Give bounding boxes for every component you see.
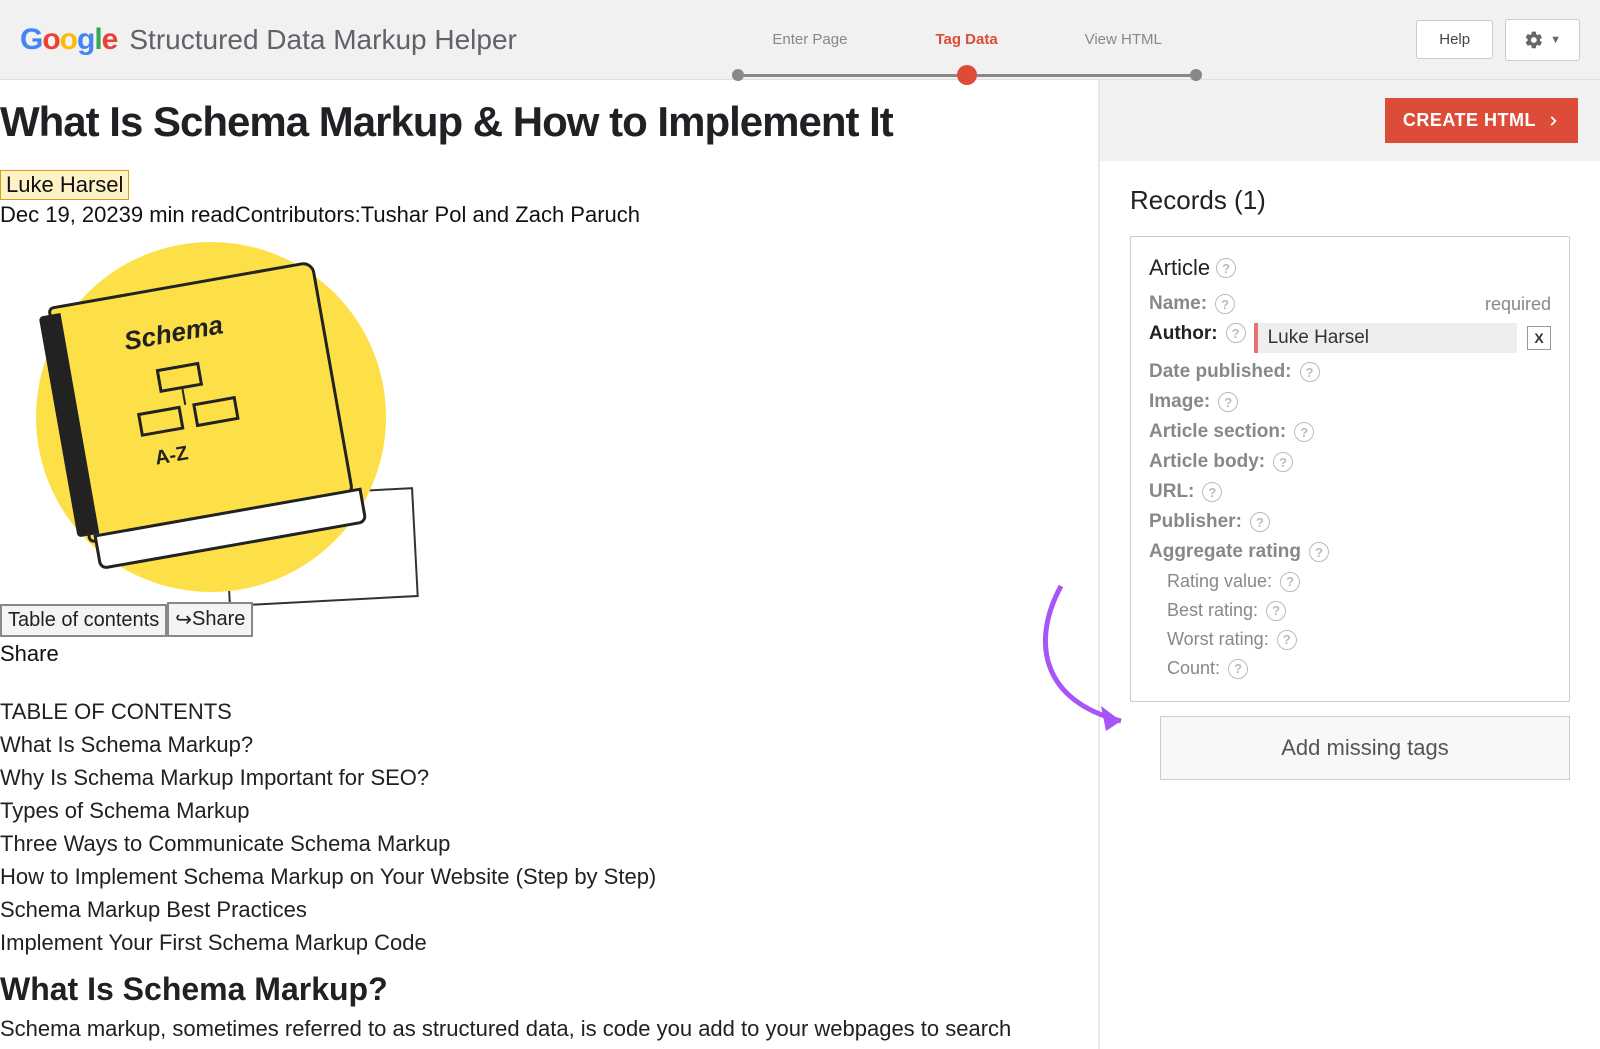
help-icon[interactable]: ? [1218,392,1238,412]
author-highlight[interactable]: Luke Harsel [0,170,129,200]
app-title: Structured Data Markup Helper [129,24,517,56]
step-enter-page[interactable]: Enter Page [732,31,889,48]
toc-button[interactable]: Table of contents [0,604,167,637]
help-icon[interactable]: ? [1202,482,1222,502]
google-logo: Google [20,23,117,57]
toc-item[interactable]: Implement Your First Schema Markup Code [0,926,1076,959]
toc-item[interactable]: Three Ways to Communicate Schema Markup [0,827,1076,860]
read-time: 9 min read [131,202,235,227]
step-line [744,74,957,77]
record-type-label: Article [1149,255,1210,281]
author-value-chip[interactable]: Luke Harsel [1254,323,1517,353]
date-text: Dec 19, 2023 [0,202,131,227]
meta-line: Dec 19, 20239 min readContributors:Tusha… [0,202,1076,228]
create-html-button[interactable]: CREATE HTML [1385,98,1578,143]
settings-button[interactable]: ▼ [1505,19,1580,61]
field-name-label: Name: [1149,293,1207,315]
app-header: Google Structured Data Markup Helper Ent… [0,0,1600,80]
caret-down-icon: ▼ [1550,34,1561,46]
field-count-label: Count: [1167,658,1220,679]
help-icon[interactable]: ? [1277,630,1297,650]
help-icon[interactable]: ? [1309,542,1329,562]
toc-item[interactable]: Schema Markup Best Practices [0,893,1076,926]
step-line [977,74,1190,77]
records-heading: Records (1) [1130,185,1570,216]
help-icon[interactable]: ? [1300,362,1320,382]
content-preview: What Is Schema Markup & How to Implement… [0,80,1100,1049]
field-url-label: URL: [1149,481,1194,503]
toc-item[interactable]: Why Is Schema Markup Important for SEO? [0,761,1076,794]
step-dot-icon [732,69,744,81]
field-section-label: Article section: [1149,421,1286,443]
contrib-label: Contributors: [235,202,361,227]
help-icon[interactable]: ? [1215,294,1235,314]
field-worst-rating-label: Worst rating: [1167,629,1269,650]
field-rating-value-label: Rating value: [1167,571,1272,592]
chevron-right-icon [1546,114,1560,128]
field-body-label: Article body: [1149,451,1265,473]
field-date-label: Date published: [1149,361,1292,383]
help-icon[interactable]: ? [1266,601,1286,621]
remove-author-button[interactable]: X [1527,326,1551,350]
help-icon[interactable]: ? [1273,452,1293,472]
help-icon[interactable]: ? [1226,323,1246,343]
step-dot-active-icon [957,65,977,85]
help-icon[interactable]: ? [1250,512,1270,532]
share-button[interactable]: ↪Share [167,602,253,637]
toc-item[interactable]: How to Implement Schema Markup on Your W… [0,860,1076,893]
gear-icon [1524,30,1544,50]
help-button[interactable]: Help [1416,20,1493,59]
body-paragraph: Schema markup, sometimes referred to as … [0,1012,1076,1049]
hero-illustration: Schema A-Z [36,242,386,592]
field-image-label: Image: [1149,391,1210,413]
add-missing-tags-button[interactable]: Add missing tags [1160,716,1570,780]
toc-item[interactable]: What Is Schema Markup? [0,728,1076,761]
field-best-rating-label: Best rating: [1167,600,1258,621]
field-author-label: Author: [1149,323,1218,353]
field-publisher-label: Publisher: [1149,511,1242,533]
header-actions: Help ▼ [1416,19,1580,61]
toc-heading: TABLE OF CONTENTS [0,695,1076,728]
toc-item[interactable]: Types of Schema Markup [0,794,1076,827]
logo-block: Google Structured Data Markup Helper [20,23,517,57]
step-view-html[interactable]: View HTML [1045,31,1202,48]
step-dot-icon [1190,69,1202,81]
stepper: Enter Page Tag Data View HTML [545,31,1388,48]
section-heading: What Is Schema Markup? [0,971,1076,1008]
help-icon[interactable]: ? [1280,572,1300,592]
page-title: What Is Schema Markup & How to Implement… [0,98,1076,146]
data-panel: CREATE HTML Records (1) Article ? Name: … [1100,80,1600,1049]
required-text: required [1485,294,1551,315]
help-icon[interactable]: ? [1294,422,1314,442]
share-text: Share [0,641,1076,667]
share-arrow-icon: ↪ [175,607,192,632]
help-icon[interactable]: ? [1228,659,1248,679]
help-icon[interactable]: ? [1216,258,1236,278]
contrib-names: Tushar Pol and Zach Paruch [361,202,640,227]
step-tag-data[interactable]: Tag Data [888,31,1045,48]
field-aggregate-label: Aggregate rating [1149,541,1301,563]
record-card: Article ? Name: ? required Author: ? Luk… [1130,236,1570,702]
